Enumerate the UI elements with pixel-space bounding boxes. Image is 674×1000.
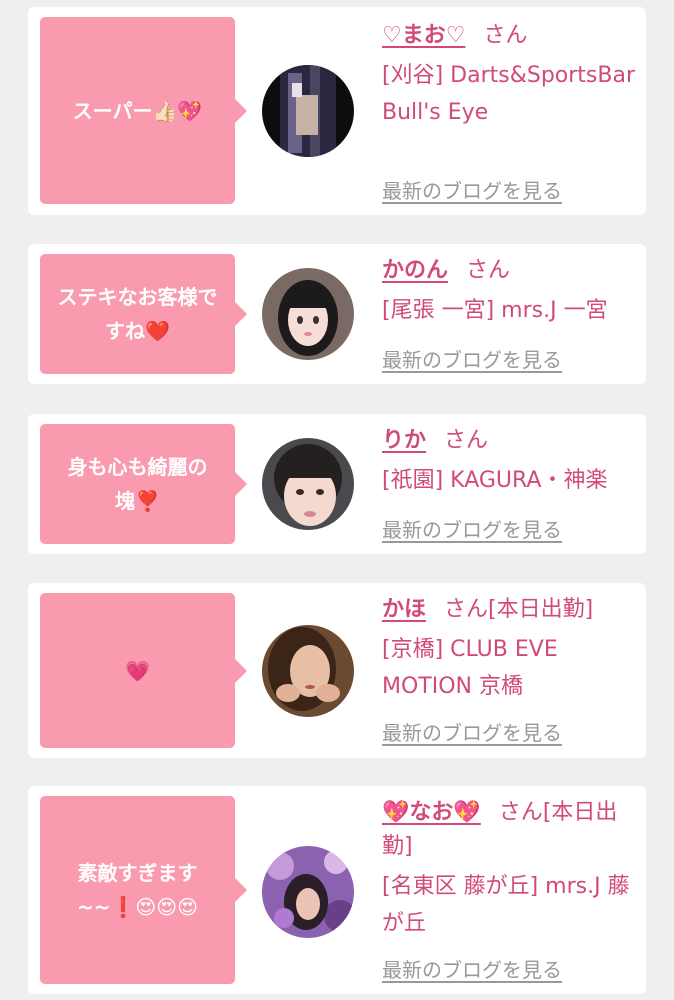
honorific: さん xyxy=(498,800,543,825)
review-list: スーパー👍🏻💖 ♡まお♡ さん [刈谷] Darts&SportsBar Bull… xyxy=(0,0,674,1000)
avatar-photo xyxy=(262,438,354,530)
comment-bubble: 身も心も綺麗の塊❣️ xyxy=(40,424,247,544)
comment-text: 💗 xyxy=(125,658,150,683)
profile-info: 💖なお💖 さん[本日出勤] [名東区 藤が丘] mrs.J 藤が丘 xyxy=(382,796,640,942)
name-line: りか さん xyxy=(382,424,640,458)
avatar[interactable] xyxy=(262,438,354,530)
review-card: ステキなお客様ですね❤️ かのん さん [尾張 一宮] mrs.J 一宮 最新のブ… xyxy=(28,244,646,384)
honorific: さん xyxy=(466,258,511,283)
profile-info: かのん さん [尾張 一宮] mrs.J 一宮 xyxy=(382,254,640,329)
profile-name-link[interactable]: かほ xyxy=(382,597,426,622)
latest-blog-link[interactable]: 最新のブログを見る xyxy=(382,514,562,543)
latest-blog-link[interactable]: 最新のブログを見る xyxy=(382,344,562,373)
shop-name: [京橋] CLUB EVE MOTION 京橋 xyxy=(382,637,558,699)
comment-text: 身も心も綺麗の塊❣️ xyxy=(67,455,208,513)
review-card: スーパー👍🏻💖 ♡まお♡ さん [刈谷] Darts&SportsBar Bull… xyxy=(28,7,646,215)
avatar[interactable] xyxy=(262,65,354,157)
name-line: かほ さん[本日出勤] xyxy=(382,593,640,627)
profile-info: ♡まお♡ さん [刈谷] Darts&SportsBar Bull's Eye xyxy=(382,19,640,131)
latest-blog-link[interactable]: 最新のブログを見る xyxy=(382,954,562,983)
profile-info: かほ さん[本日出勤] [京橋] CLUB EVE MOTION 京橋 xyxy=(382,593,640,705)
avatar[interactable] xyxy=(262,846,354,938)
profile-name-link[interactable]: ♡まお♡ xyxy=(382,23,465,48)
name-line: 💖なお💖 さん[本日出勤] xyxy=(382,796,640,864)
profile-name-link[interactable]: りか xyxy=(382,428,426,453)
review-card: 素敵すぎます~~❗😍😍😍 💖なお💖 さん[本日出勤] [名東区 藤が丘] mrs.… xyxy=(28,786,646,994)
profile-name-link[interactable]: かのん xyxy=(382,258,448,283)
comment-text: ステキなお客様ですね❤️ xyxy=(57,285,218,343)
comment-bubble: ステキなお客様ですね❤️ xyxy=(40,254,247,374)
latest-blog-link[interactable]: 最新のブログを見る xyxy=(382,717,562,746)
status-label: [本日出勤] xyxy=(488,597,594,622)
comment-text: スーパー👍🏻💖 xyxy=(72,98,203,123)
shop-name: [刈谷] Darts&SportsBar Bull's Eye xyxy=(382,63,636,125)
comment-text: 素敵すぎます~~❗😍😍😍 xyxy=(77,861,198,919)
avatar-photo xyxy=(262,268,354,360)
avatar-photo xyxy=(262,65,354,157)
avatar-photo xyxy=(262,846,354,938)
comment-bubble: スーパー👍🏻💖 xyxy=(40,17,247,204)
avatar-photo xyxy=(262,625,354,717)
profile-info: りか さん [祇園] KAGURA・神楽 xyxy=(382,424,640,499)
latest-blog-link[interactable]: 最新のブログを見る xyxy=(382,175,562,204)
avatar[interactable] xyxy=(262,625,354,717)
shop-name: [尾張 一宮] mrs.J 一宮 xyxy=(382,298,608,323)
honorific: さん xyxy=(444,597,489,622)
review-card: 💗 かほ さん[本日出勤] [京橋] CLUB EVE MOTION 京橋 最新の… xyxy=(28,583,646,758)
shop-name: [祇園] KAGURA・神楽 xyxy=(382,468,608,493)
profile-name-link[interactable]: 💖なお💖 xyxy=(382,800,481,825)
honorific: さん xyxy=(483,23,528,48)
shop-name: [名東区 藤が丘] mrs.J 藤が丘 xyxy=(382,874,630,936)
name-line: かのん さん xyxy=(382,254,640,288)
comment-bubble: 素敵すぎます~~❗😍😍😍 xyxy=(40,796,247,984)
name-line: ♡まお♡ さん xyxy=(382,19,640,53)
comment-bubble: 💗 xyxy=(40,593,247,748)
avatar[interactable] xyxy=(262,268,354,360)
honorific: さん xyxy=(444,428,489,453)
review-card: 身も心も綺麗の塊❣️ りか さん [祇園] KAGURA・神楽 最新のブログを見る xyxy=(28,414,646,554)
